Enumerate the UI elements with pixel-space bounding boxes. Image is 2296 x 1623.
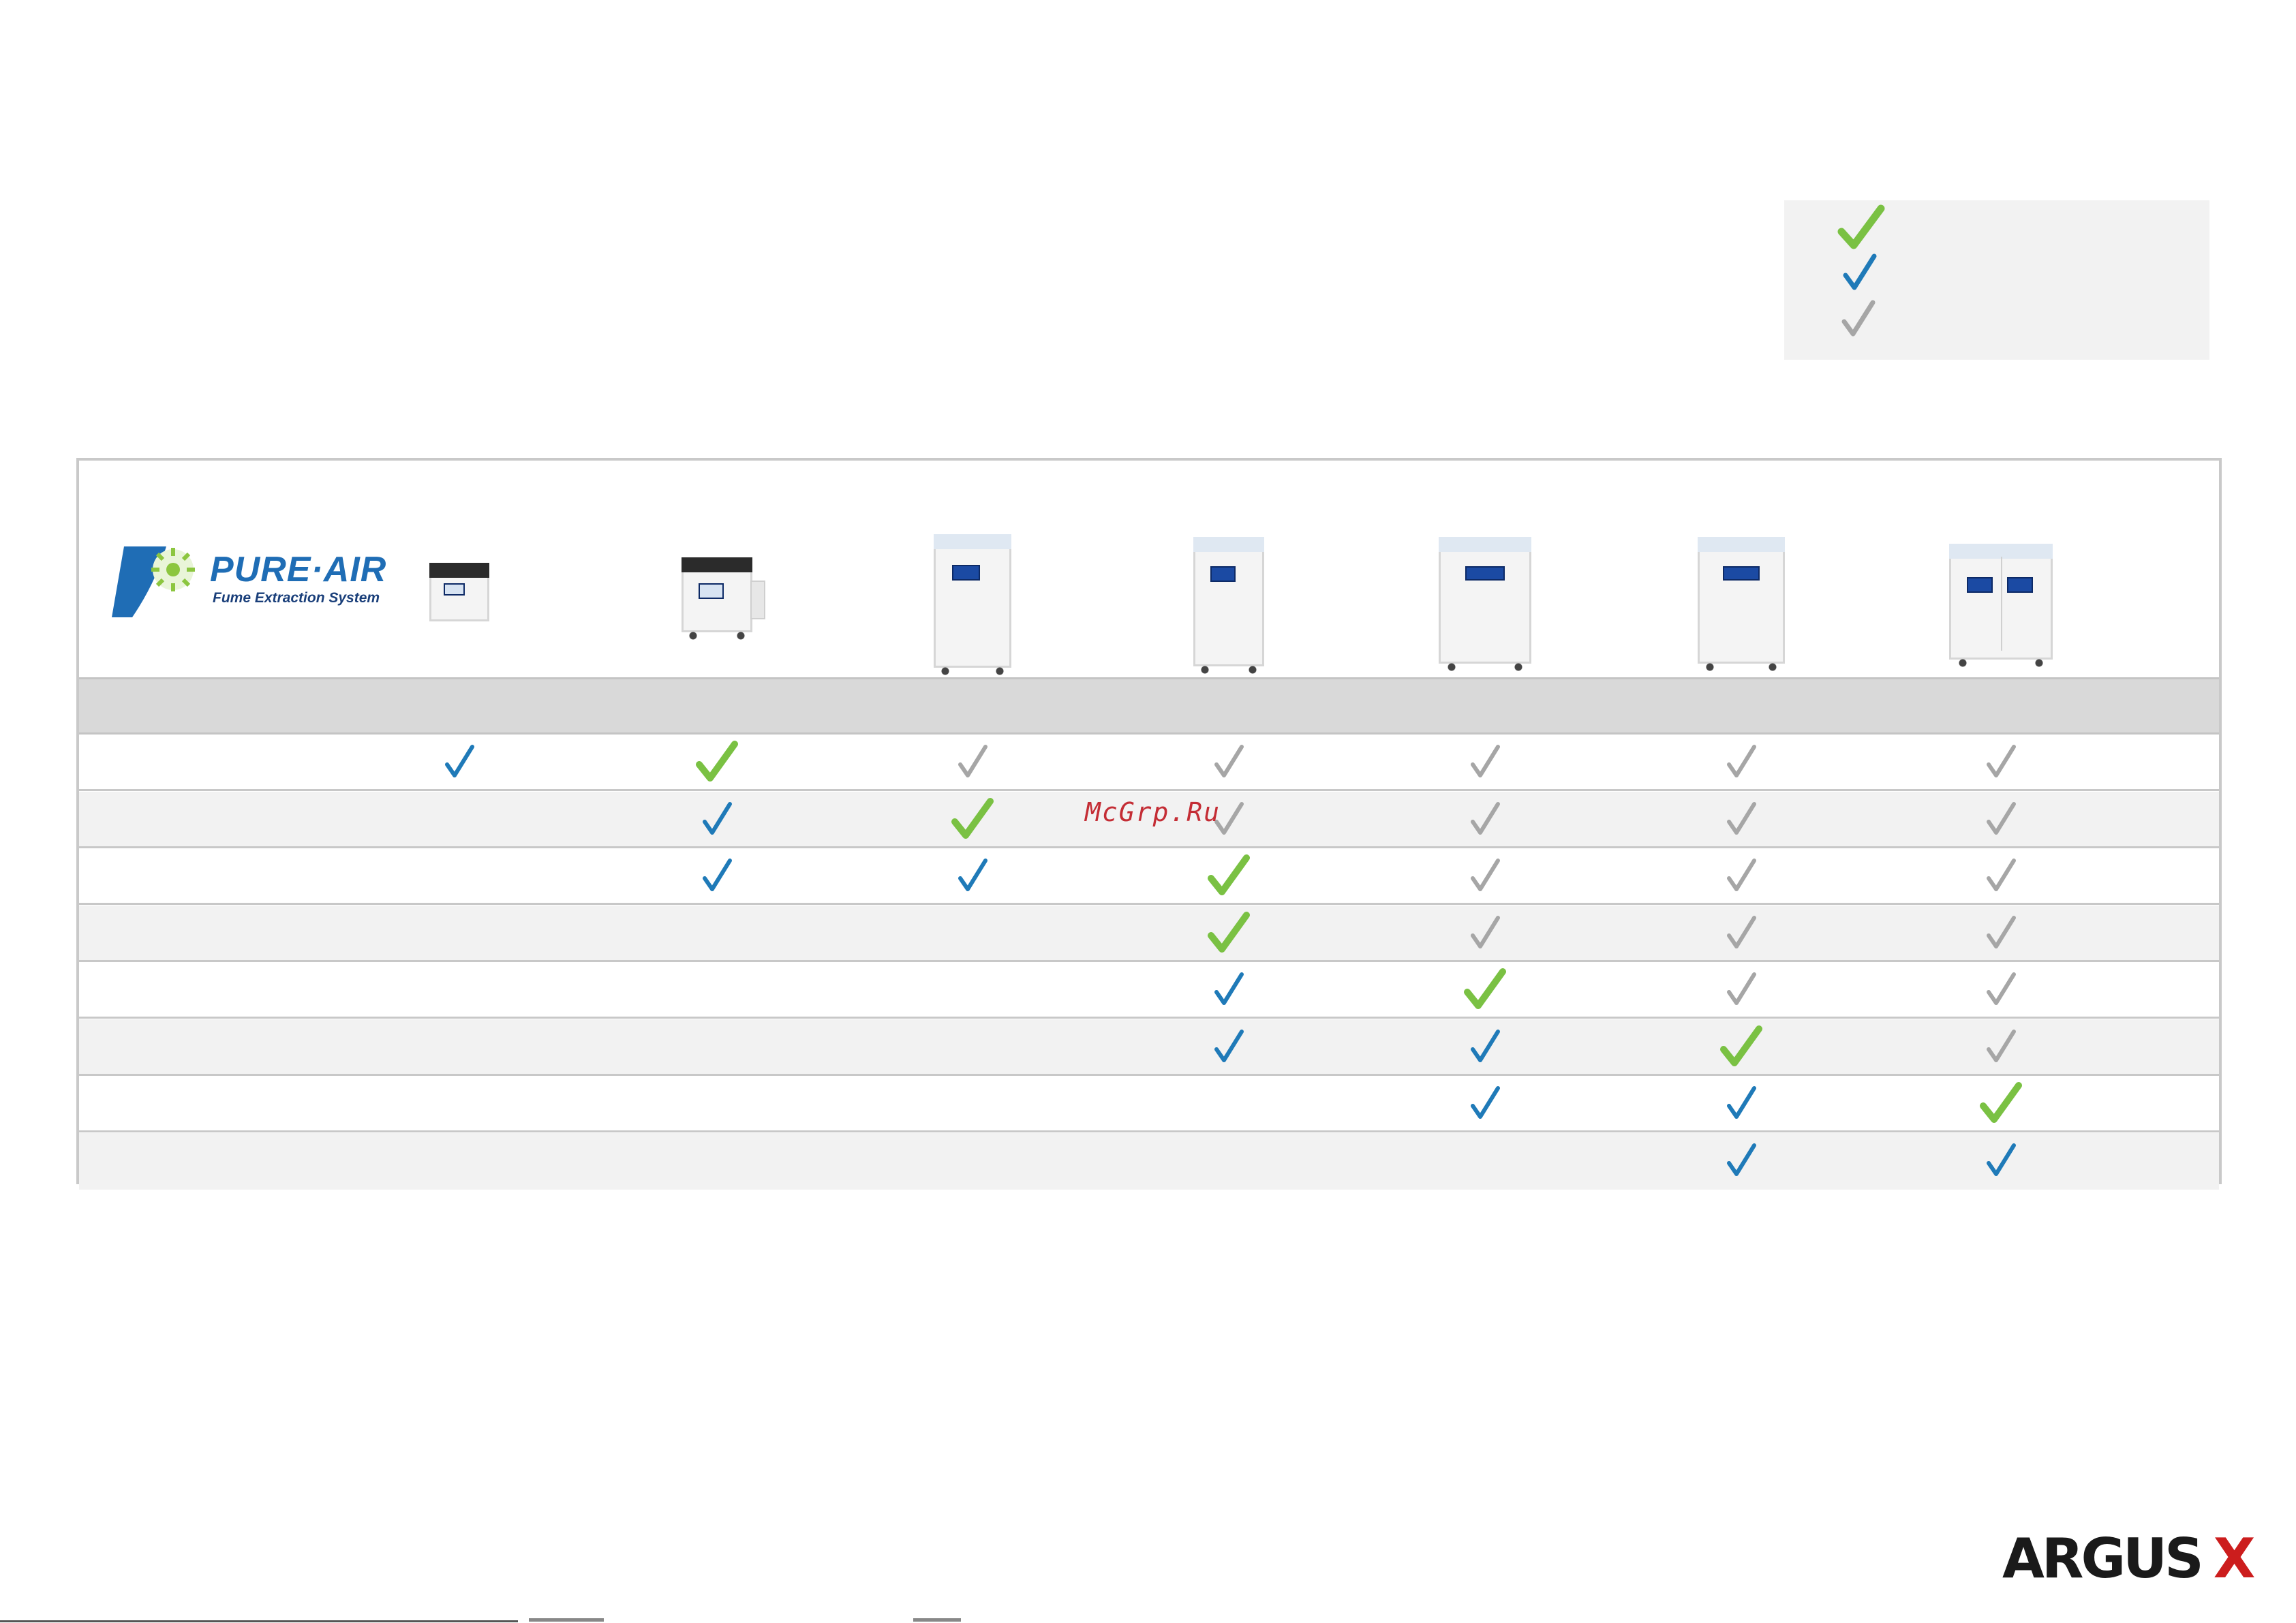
blue-check-icon [1985, 1133, 2017, 1188]
gray-check-icon [1726, 848, 1757, 903]
green-check-icon [1719, 1019, 1763, 1074]
legend-box [1784, 200, 2209, 360]
table-row [79, 735, 2219, 791]
green-check-icon [1207, 906, 1251, 960]
green-check-icon [1979, 1076, 2023, 1130]
blue-check-icon [444, 735, 475, 789]
compact-extractor-unit-icon [429, 563, 489, 621]
bottom-fragment [913, 1618, 961, 1622]
bottom-rule [0, 1620, 518, 1622]
gray-check-icon [957, 735, 988, 789]
benchtop-extractor-with-filter-icon [682, 557, 765, 640]
pure-air-logo: PURE·AIR Fume Extraction System [112, 542, 398, 624]
footer-brand-x: X [2213, 1527, 2256, 1590]
footer-brand-main: ARGUS [2002, 1527, 2204, 1590]
gray-check-icon [1469, 906, 1501, 960]
table-row [79, 962, 2219, 1019]
gray-check-icon [1726, 962, 1757, 1017]
blue-check-icon [1469, 1019, 1501, 1074]
watermark-text: McGrp.Ru [1085, 797, 1221, 827]
table-row [79, 848, 2219, 905]
gray-check-icon [1985, 848, 2017, 903]
gray-check-icon [1469, 792, 1501, 846]
gray-check-icon [1726, 735, 1757, 789]
bottom-fragment [529, 1618, 604, 1622]
green-check-icon [1207, 848, 1251, 903]
green-check-icon [951, 792, 994, 846]
table-header-row: PURE·AIR Fume Extraction System [79, 461, 2219, 677]
blue-check-icon [1213, 962, 1244, 1017]
tall-cabinet-extractor-icon [934, 534, 1011, 675]
gray-check-icon [1726, 792, 1757, 846]
blue-check-icon [1726, 1076, 1757, 1130]
blue-check-icon [701, 848, 733, 903]
gray-check-icon [1985, 1019, 2017, 1074]
blue-check-icon [1469, 1076, 1501, 1130]
header-band [79, 677, 2219, 735]
gray-check-icon [1985, 906, 2017, 960]
double-cabinet-extractor-icon [1949, 544, 2053, 667]
tall-cabinet-extractor-icon [1193, 537, 1264, 674]
blue-check-icon [1726, 1133, 1757, 1188]
brand-name: PURE·AIR [210, 550, 387, 589]
brand-subtitle: Fume Extraction System [213, 590, 380, 606]
large-green-check-icon [1837, 204, 1885, 252]
green-check-icon [695, 735, 739, 789]
green-check-icon [1463, 962, 1507, 1017]
gray-check-icon [1985, 792, 2017, 846]
table-row [79, 1076, 2219, 1132]
large-cabinet-extractor-icon [1698, 537, 1785, 671]
gray-check-icon [1985, 735, 2017, 789]
gray-check-icon [1213, 735, 1244, 789]
blue-check-icon [1213, 1019, 1244, 1074]
table-row [79, 1132, 2219, 1190]
table-row [79, 1019, 2219, 1076]
gray-check-icon [1985, 962, 2017, 1017]
blue-check-icon [1843, 253, 1877, 292]
gray-check-icon [1841, 300, 1876, 338]
table-row [79, 905, 2219, 962]
gray-check-icon [1469, 735, 1501, 789]
gray-check-icon [1469, 848, 1501, 903]
pure-air-logo-mark-icon [112, 546, 195, 617]
blue-check-icon [701, 792, 733, 846]
gray-check-icon [1726, 906, 1757, 960]
blue-check-icon [957, 848, 988, 903]
argus-x-logo: ARGUS X [2002, 1532, 2255, 1586]
large-cabinet-extractor-icon [1439, 537, 1531, 671]
